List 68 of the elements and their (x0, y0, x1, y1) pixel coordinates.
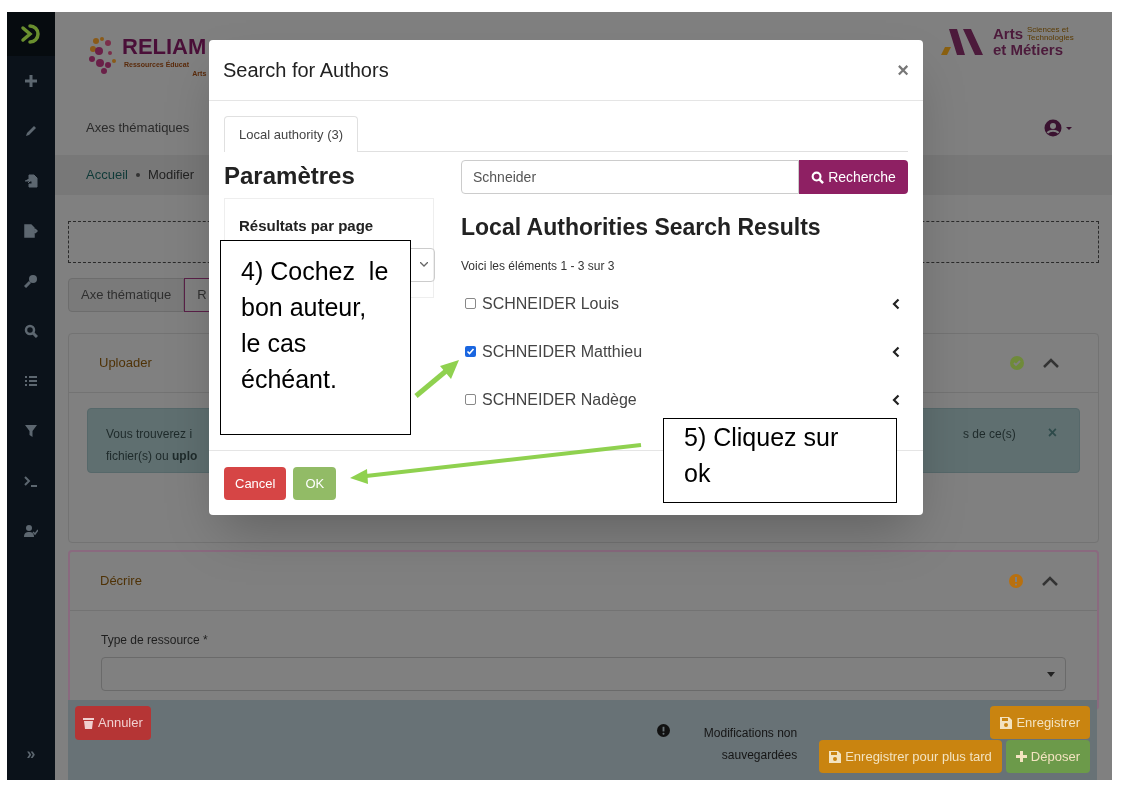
save-icon (1000, 716, 1013, 729)
plus-icon (1015, 751, 1027, 762)
breadcrumb-separator-icon (135, 173, 140, 177)
close-button[interactable]: × (1047, 425, 1057, 441)
save-button[interactable]: Enregistrer (990, 706, 1090, 739)
logo-splash-icon (88, 35, 118, 77)
parameters-heading: Paramètres (224, 161, 356, 191)
pencil-icon[interactable] (24, 124, 38, 138)
trash-icon (83, 717, 94, 729)
list-icon[interactable] (24, 374, 38, 388)
results-heading: Local Authorities Search Results (461, 213, 822, 242)
partner-logo-text: et Métiers (993, 41, 1063, 57)
save-later-button[interactable]: Enregistrer pour plus tard (819, 740, 1002, 773)
chevron-down-icon (420, 262, 428, 267)
dialog-title: Search for Authors (223, 58, 389, 83)
search-button[interactable]: Recherche (799, 160, 908, 194)
tab[interactable]: Axe thématique (68, 278, 185, 312)
app-logo-icon (20, 23, 42, 45)
author-name: SCHNEIDER Matthieu (482, 341, 644, 362)
cancel-button[interactable]: Annuler (75, 706, 151, 740)
tab[interactable]: Local authority (3) (224, 116, 359, 152)
cancel-button[interactable]: Cancel (224, 467, 287, 500)
partner-logo-text: Arts (993, 25, 1023, 41)
search-icon[interactable] (24, 324, 38, 338)
breadcrumb-current: Modifier (147, 166, 195, 185)
alert-text: s de ce(s) (962, 426, 1016, 443)
author-name: SCHNEIDER Louis (482, 293, 620, 314)
save-icon (829, 750, 842, 763)
filter-icon[interactable] (24, 424, 38, 438)
unsaved-notice: Modifications non sauvegardées (702, 725, 798, 764)
annotation-tooltip: 5) Cliquez sur ok (663, 418, 897, 503)
nav-link[interactable]: Axes thématiques (86, 117, 190, 138)
alert-text: fichier(s) ou uplo (106, 448, 198, 465)
plus-icon[interactable] (24, 74, 38, 88)
chevron-left-icon[interactable] (892, 297, 900, 310)
terminal-icon[interactable] (24, 474, 38, 488)
ok-button[interactable]: OK (293, 467, 337, 500)
chevron-up-icon[interactable] (1041, 575, 1059, 587)
field-label: Résultats par page (239, 216, 375, 236)
select-field[interactable] (101, 657, 1066, 691)
checkbox[interactable] (465, 394, 476, 405)
chevron-left-icon[interactable] (892, 345, 900, 358)
expand-sidebar-button[interactable]: » (26, 742, 36, 766)
search-icon (811, 170, 825, 184)
partner-logo-tagline: Sciences et Technologies (1027, 25, 1075, 42)
logo-title: RELIAM (122, 34, 207, 60)
user-menu-icon[interactable] (1044, 118, 1074, 137)
caret-down-icon (1047, 671, 1055, 677)
exclamation-circle-icon (657, 724, 671, 737)
section-title: Uploader (99, 354, 152, 373)
file-import-icon[interactable] (24, 174, 38, 188)
chevron-left-icon[interactable] (892, 393, 900, 406)
file-export-icon[interactable] (24, 224, 38, 238)
user-check-icon[interactable] (24, 524, 38, 538)
close-button[interactable]: × (897, 60, 909, 80)
search-field[interactable]: Schneider (461, 160, 799, 194)
chevron-up-icon[interactable] (1042, 357, 1060, 369)
breadcrumb-link[interactable]: Accueil (86, 165, 128, 185)
submit-button[interactable]: Déposer (1005, 740, 1090, 773)
field-label: Type de ressource * (101, 632, 209, 649)
checkbox[interactable] (465, 298, 476, 309)
annotation-arrow (414, 360, 459, 398)
checkbox[interactable] (465, 346, 476, 357)
results-summary: Voici les éléments 1 - 3 sur 3 (461, 257, 616, 275)
annotation-tooltip: 4) Cochez le bon auteur, le cas échéant. (220, 240, 411, 435)
author-name: SCHNEIDER Nadège (482, 389, 638, 410)
section-title: Décrire (100, 572, 142, 591)
key-icon[interactable] (24, 274, 38, 288)
